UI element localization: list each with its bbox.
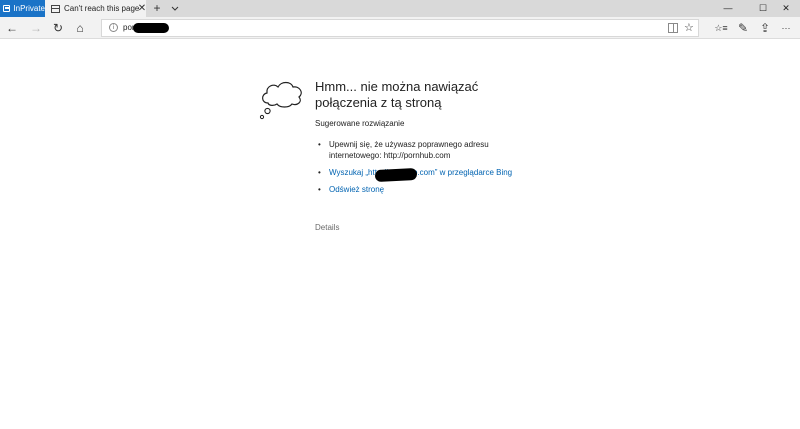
forward-arrow-icon: → (30, 21, 42, 35)
suggestion-list: Upewnij się, że używasz poprawnego adres… (316, 139, 516, 195)
share-icon: ⇪ (759, 21, 771, 35)
inprivate-label: InPrivate (13, 4, 45, 13)
star-icon[interactable]: ☆ (684, 20, 694, 36)
back-arrow-icon: ← (6, 21, 18, 35)
back-button[interactable]: ← (3, 19, 21, 37)
favorites-hub-button[interactable]: ☆≡ (712, 19, 730, 37)
reading-view-icon[interactable] (668, 23, 678, 33)
chevron-down-icon (171, 6, 179, 11)
minimize-button[interactable]: — (714, 0, 742, 17)
home-button[interactable]: ⌂ (71, 19, 89, 37)
details-link[interactable]: Details (315, 223, 339, 233)
refresh-page-link[interactable]: Odśwież stronę (316, 184, 516, 195)
navigation-bar: ← → ↻ ⌂ i porn ☆ ☆≡ ✎ ⇪ ··· (0, 17, 800, 39)
cloud-icon (259, 81, 302, 120)
notes-button[interactable]: ✎ (734, 19, 752, 37)
suggested-solution-heading: Sugerowane rozwiązanie (315, 119, 405, 128)
title-bar: InPrivate Can't reach this page ✕ + — ☐ … (0, 0, 800, 17)
tab-close-button[interactable]: ✕ (137, 0, 147, 17)
refresh-icon: ↻ (52, 21, 64, 35)
favorites-hub-icon: ☆≡ (714, 23, 728, 33)
error-title: Hmm... nie można nawiązać połączenia z t… (315, 79, 479, 110)
info-icon[interactable]: i (109, 23, 118, 32)
tab-current[interactable]: Can't reach this page (45, 0, 146, 17)
address-bar[interactable]: i porn ☆ (101, 19, 699, 37)
redaction-mark (133, 23, 169, 33)
more-button[interactable]: ··· (777, 19, 795, 37)
tab-title: Can't reach this page (64, 4, 140, 13)
inprivate-icon (3, 5, 11, 12)
new-tab-button[interactable]: + (150, 0, 164, 17)
redaction-mark (374, 167, 418, 183)
tab-list-button[interactable] (168, 0, 182, 17)
inprivate-badge[interactable]: InPrivate (0, 0, 45, 17)
share-button[interactable]: ⇪ (756, 19, 774, 37)
notes-icon: ✎ (737, 21, 749, 35)
page-icon (51, 4, 60, 13)
close-window-button[interactable]: ✕ (772, 0, 800, 17)
home-icon: ⌂ (76, 21, 84, 35)
forward-button[interactable]: → (27, 19, 45, 37)
refresh-button[interactable]: ↻ (49, 19, 67, 37)
more-icon: ··· (781, 23, 791, 33)
suggestion-check-address: Upewnij się, że używasz poprawnego adres… (316, 139, 516, 161)
